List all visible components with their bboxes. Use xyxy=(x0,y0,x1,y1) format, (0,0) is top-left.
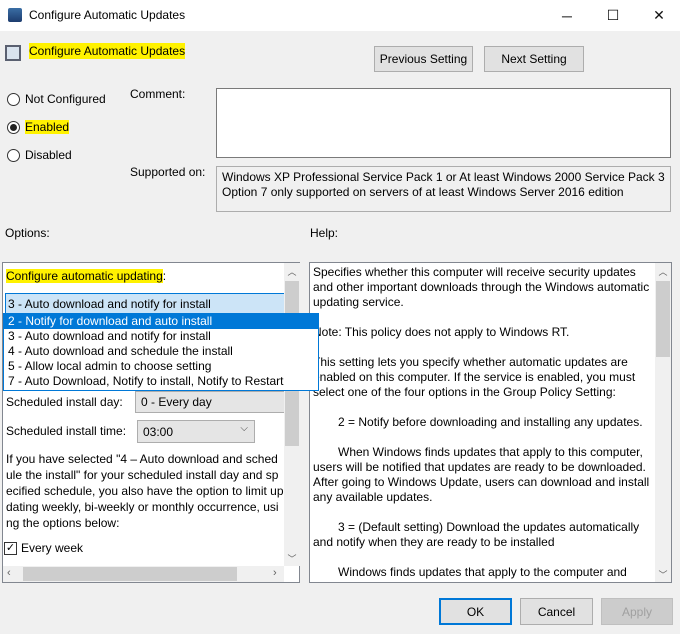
scroll-right-icon[interactable]: › xyxy=(273,567,277,579)
radio-enabled[interactable]: Enabled xyxy=(7,120,70,134)
options-horizontal-scrollbar[interactable]: ‹ › xyxy=(3,566,284,582)
policy-icon xyxy=(5,45,21,61)
radio-circle xyxy=(7,148,20,162)
maximize-button[interactable]: ☐ xyxy=(590,0,636,31)
next-setting-button[interactable]: Next Setting xyxy=(484,46,584,72)
configure-updating-dropdown-list[interactable]: 2 - Notify for download and auto install… xyxy=(3,313,319,391)
schedule-description: If you have selected "4 – Auto download … xyxy=(6,452,284,530)
radio-disabled[interactable]: Disabled xyxy=(7,148,72,162)
dropdown-option[interactable]: 3 - Auto download and notify for install xyxy=(4,329,318,344)
comment-textarea[interactable] xyxy=(216,88,671,158)
cancel-button[interactable]: Cancel xyxy=(520,598,593,625)
scheduled-day-combobox[interactable]: 0 - Every day xyxy=(135,391,285,413)
ok-button[interactable]: OK xyxy=(439,598,512,625)
help-paragraph: Windows finds updates that apply to the … xyxy=(313,565,627,582)
supported-on-label: Supported on: xyxy=(130,165,206,179)
every-week-label: Every week xyxy=(21,541,84,555)
help-panel: Specifies whether this computer will rec… xyxy=(309,262,672,583)
options-vertical-scrollbar[interactable]: ︿ ﹀ xyxy=(284,263,300,566)
apply-button[interactable]: Apply xyxy=(601,598,673,625)
help-paragraph: This setting lets you specify whether au… xyxy=(313,355,636,399)
scroll-up-icon[interactable]: ︿ xyxy=(284,263,300,279)
scrollbar-thumb[interactable] xyxy=(656,281,670,357)
radio-circle xyxy=(7,120,20,134)
radio-circle xyxy=(7,92,20,106)
every-week-checkbox[interactable]: ✓ Every week xyxy=(4,541,83,555)
scroll-down-icon[interactable]: ﹀ xyxy=(655,566,671,582)
help-paragraph: Specifies whether this computer will rec… xyxy=(313,265,650,309)
options-panel: Configure automatic updating: 3 - Auto d… xyxy=(2,262,300,583)
dropdown-option[interactable]: 4 - Auto download and schedule the insta… xyxy=(4,344,318,359)
help-paragraph: When Windows finds updates that apply to… xyxy=(313,445,650,504)
scheduled-time-combobox[interactable]: 03:00 ⌵ xyxy=(137,420,255,443)
dropdown-option[interactable]: 2 - Notify for download and auto install xyxy=(4,314,318,329)
window-title: Configure Automatic Updates xyxy=(29,8,186,22)
dropdown-option[interactable]: 5 - Allow local admin to choose setting xyxy=(4,359,318,374)
scheduled-time-label: Scheduled install time: xyxy=(6,424,127,438)
radio-label: Enabled xyxy=(25,120,70,134)
radio-label: Not Configured xyxy=(25,92,106,106)
configure-updating-label: Configure automatic updating: xyxy=(6,269,167,283)
close-button[interactable]: ✕ xyxy=(636,0,680,31)
radio-not-configured[interactable]: Not Configured xyxy=(7,92,106,106)
minimize-button[interactable]: ─ xyxy=(544,0,590,31)
dropdown-option[interactable]: 7 - Auto Download, Notify to install, No… xyxy=(4,374,318,389)
radio-label: Disabled xyxy=(25,148,72,162)
chevron-down-icon: ⌵ xyxy=(240,423,248,434)
help-paragraph: 2 = Notify before downloading and instal… xyxy=(338,415,643,429)
scheduled-time-value: 03:00 xyxy=(143,425,174,439)
title-bar: Configure Automatic Updates ─ ☐ ✕ xyxy=(0,0,680,31)
scheduled-day-label: Scheduled install day: xyxy=(6,395,123,409)
help-paragraph: Note: This policy does not apply to Wind… xyxy=(313,325,570,339)
options-label: Options: xyxy=(5,226,50,240)
checkbox-icon: ✓ xyxy=(4,541,17,555)
app-icon xyxy=(8,8,22,22)
scroll-left-icon[interactable]: ‹ xyxy=(7,567,11,579)
comment-label: Comment: xyxy=(130,87,186,101)
scroll-up-icon[interactable]: ︿ xyxy=(655,263,671,279)
help-vertical-scrollbar[interactable]: ︿ ﹀ xyxy=(655,263,671,582)
horizontal-thumb[interactable] xyxy=(23,567,237,581)
policy-name: Configure Automatic Updates xyxy=(29,43,186,59)
help-label: Help: xyxy=(310,226,339,240)
scroll-down-icon[interactable]: ﹀ xyxy=(284,550,300,566)
help-paragraph: 3 = (Default setting) Download the updat… xyxy=(313,520,640,549)
previous-setting-button[interactable]: Previous Setting xyxy=(374,46,473,72)
supported-on-value: Windows XP Professional Service Pack 1 o… xyxy=(216,166,671,212)
configure-updating-combobox[interactable]: 3 - Auto download and notify for install xyxy=(5,293,285,314)
